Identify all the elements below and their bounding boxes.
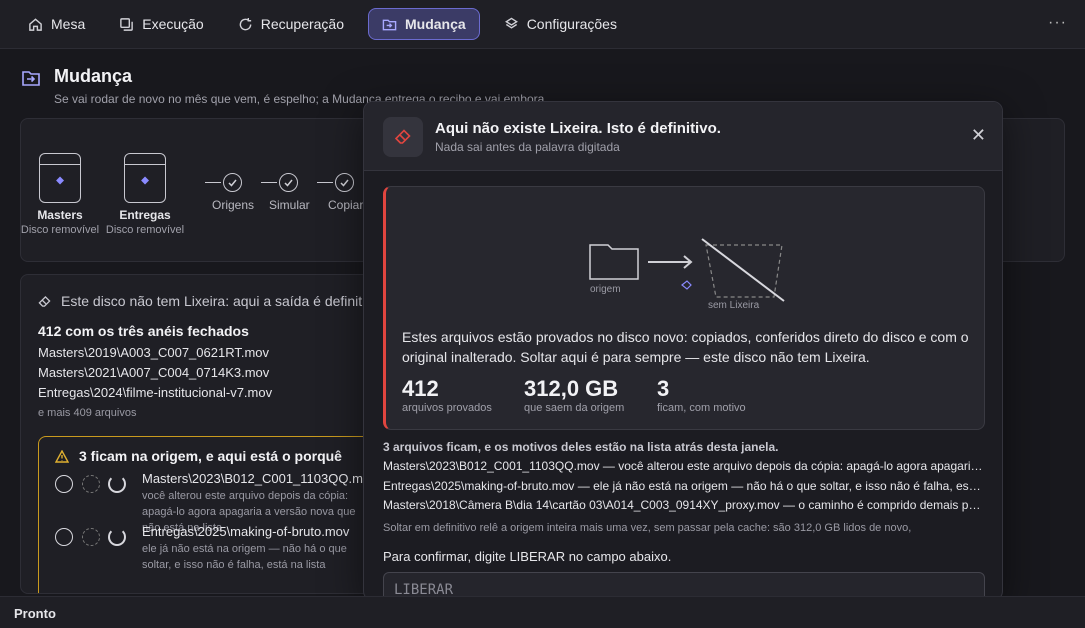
- nav-recuperacao[interactable]: Recuperação: [228, 8, 354, 40]
- kept-title: 3 arquivos ficam, e os motivos deles est…: [383, 440, 779, 454]
- check-icon: [228, 179, 237, 187]
- close-icon[interactable]: ✕: [971, 126, 986, 144]
- page-title: Mudança: [54, 66, 133, 86]
- file-item: Masters\2021\A007_C004_0714K3.mov: [38, 365, 270, 380]
- eraser-icon: [38, 295, 51, 307]
- stat-value: 312,0 GB: [524, 376, 619, 401]
- dialog-header: Aqui não existe Lixeira. Isto é definiti…: [364, 102, 1002, 171]
- dialog-title: Aqui não existe Lixeira. Isto é definiti…: [435, 120, 721, 137]
- status-bar: Pronto: [0, 596, 1085, 628]
- step-label: Simular: [269, 198, 310, 212]
- ring-copy: [82, 475, 100, 493]
- home-icon: [29, 17, 42, 31]
- nav-mesa[interactable]: Mesa: [18, 8, 95, 40]
- danger-panel: origem sem Lixeira Estes arquivos estão …: [383, 186, 985, 430]
- top-nav: Mesa Execução Recuperação Mudança Config…: [0, 0, 1085, 49]
- more-files[interactable]: e mais 409 arquivos: [38, 407, 136, 419]
- disk-entregas[interactable]: ⯁: [124, 153, 166, 203]
- check-icon: [340, 179, 349, 187]
- kept-reason: ele já não está na origem — não há o que…: [142, 543, 347, 571]
- nav-label: Recuperação: [260, 16, 344, 32]
- reread-note: Soltar em definitivo relê a origem intei…: [383, 522, 912, 534]
- usb-icon: ⯁: [140, 176, 150, 188]
- disk-type: Disco removível: [105, 224, 185, 236]
- illus-trash-label: sem Lixeira: [708, 300, 760, 311]
- ring-verify: [108, 475, 126, 493]
- settings-icon: [504, 17, 518, 29]
- nav-label: Execução: [142, 16, 204, 32]
- release-header-text: Este disco não tem Lixeira: aqui a saída…: [61, 293, 384, 309]
- folder-move-icon: [382, 19, 397, 30]
- folder-move-icon: [22, 71, 40, 86]
- warning-icon: [55, 449, 69, 463]
- step-label: Copiar: [328, 198, 364, 212]
- step-label: Origens: [212, 198, 255, 212]
- nav-label: Configurações: [526, 16, 617, 32]
- nav-label: Mesa: [51, 16, 86, 32]
- stat-value: 412: [402, 376, 439, 401]
- warning-title: 3 ficam na origem, e aqui está o porquê: [55, 448, 342, 464]
- stat-label: ficam, com motivo: [657, 402, 746, 414]
- closed-count: 412 com os três anéis fechados: [38, 323, 249, 339]
- refresh-icon: [239, 17, 252, 30]
- kept-line: Masters\2023\B012_C001_1103QQ.mov — você…: [383, 459, 983, 473]
- dialog-icon: [383, 117, 423, 157]
- stat-value: 3: [657, 376, 670, 401]
- copy-icon: [120, 17, 134, 31]
- dialog-subtitle: Nada sai antes da palavra digitada: [435, 140, 620, 154]
- danger-description: Estes arquivos estão provados no disco n…: [402, 329, 969, 365]
- kept-line: Entregas\2025\making-of-bruto.mov — ele …: [383, 479, 983, 493]
- illus-origin-label: origem: [590, 284, 621, 295]
- release-card: Este disco não tem Lixeira: aqui a saída…: [20, 274, 420, 594]
- nav-configuracoes[interactable]: Configurações: [494, 8, 627, 40]
- kept-line: Masters\2018\Câmera B\dia 14\cartão 03\A…: [383, 498, 983, 512]
- stat-label: arquivos provados: [402, 402, 492, 414]
- nav-mudanca[interactable]: Mudança: [368, 8, 480, 40]
- nav-execucao[interactable]: Execução: [109, 8, 213, 40]
- confirm-release-dialog: Aqui não existe Lixeira. Isto é definiti…: [363, 101, 1003, 601]
- kept-file: Masters\2023\B012_C001_1103QQ.mov: [142, 471, 377, 486]
- eraser-icon: [394, 129, 411, 144]
- kept-file: Entregas\2025\making-of-bruto.mov: [142, 524, 350, 539]
- ring-copy: [82, 528, 100, 546]
- check-icon: [284, 179, 293, 187]
- disk-name: Entregas: [119, 208, 171, 222]
- release-header: Este disco não tem Lixeira: aqui a saída…: [38, 293, 384, 309]
- disk-masters[interactable]: ⯁: [39, 153, 81, 203]
- ring-origin: [55, 528, 73, 546]
- status-text: Pronto: [14, 606, 56, 621]
- ring-origin: [55, 475, 73, 493]
- stat-label: que saem da origem: [524, 402, 625, 414]
- file-item: Masters\2019\A003_C007_0621RT.mov: [38, 345, 270, 360]
- ring-verify: [108, 528, 126, 546]
- nav-label: Mudança: [405, 16, 466, 32]
- more-menu-button[interactable]: ···: [1048, 14, 1067, 32]
- file-item: Entregas\2024\filme-institucional-v7.mov: [38, 385, 273, 400]
- usb-icon: ⯁: [55, 176, 65, 188]
- confirm-prompt: Para confirmar, digite LIBERAR no campo …: [383, 549, 672, 564]
